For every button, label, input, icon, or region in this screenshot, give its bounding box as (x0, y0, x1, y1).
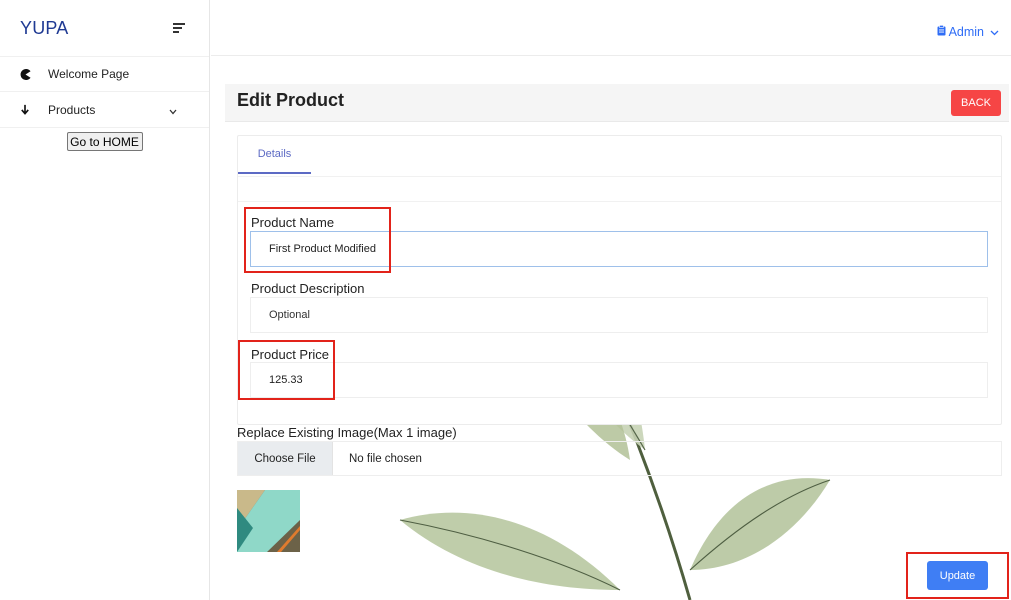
product-description-label: Product Description (251, 281, 365, 296)
image-thumbnail-graphic (237, 490, 300, 552)
file-status: No file chosen (349, 452, 422, 465)
update-button[interactable]: Update (927, 561, 988, 590)
image-upload-label: Replace Existing Image(Max 1 image) (237, 425, 457, 440)
product-image-thumbnail (237, 490, 300, 552)
chevron-down-icon (987, 25, 999, 39)
tab-details[interactable]: Details (238, 136, 311, 174)
sidebar-item-label: Welcome Page (48, 67, 130, 81)
user-menu[interactable]: Admin (937, 25, 999, 39)
divider (238, 201, 1001, 202)
go-to-home-button[interactable]: Go to HOME (66, 132, 143, 151)
back-button[interactable]: BACK (951, 90, 1001, 116)
page-header: Edit Product BACK (225, 84, 1009, 122)
top-bar: Admin (211, 0, 1011, 56)
divider (238, 176, 1001, 177)
sidebar-item-welcome[interactable]: Welcome Page (0, 56, 209, 92)
product-price-input[interactable] (250, 362, 988, 398)
menu-toggle-icon[interactable] (173, 22, 187, 34)
chevron-down-icon[interactable] (169, 104, 177, 118)
sidebar-item-label: Products (48, 102, 96, 117)
sidebar: YUPA Welcome Page Products Go to HOME (0, 0, 210, 600)
brand-logo[interactable]: YUPA (20, 18, 68, 39)
choose-file-button[interactable]: Choose File (238, 442, 333, 475)
pacman-icon (18, 68, 32, 80)
file-input[interactable]: Choose File No file chosen (237, 441, 1002, 476)
brand-row: YUPA (0, 0, 209, 56)
clipboard-icon (937, 25, 946, 39)
product-name-label: Product Name (251, 215, 335, 230)
product-price-label: Product Price (251, 347, 330, 362)
down-arrow-icon (18, 104, 32, 115)
product-name-input[interactable] (250, 231, 988, 267)
product-description-input[interactable] (250, 297, 988, 333)
sidebar-item-products[interactable]: Products (0, 92, 209, 128)
user-name: Admin (948, 25, 984, 39)
page-title: Edit Product (237, 90, 344, 110)
